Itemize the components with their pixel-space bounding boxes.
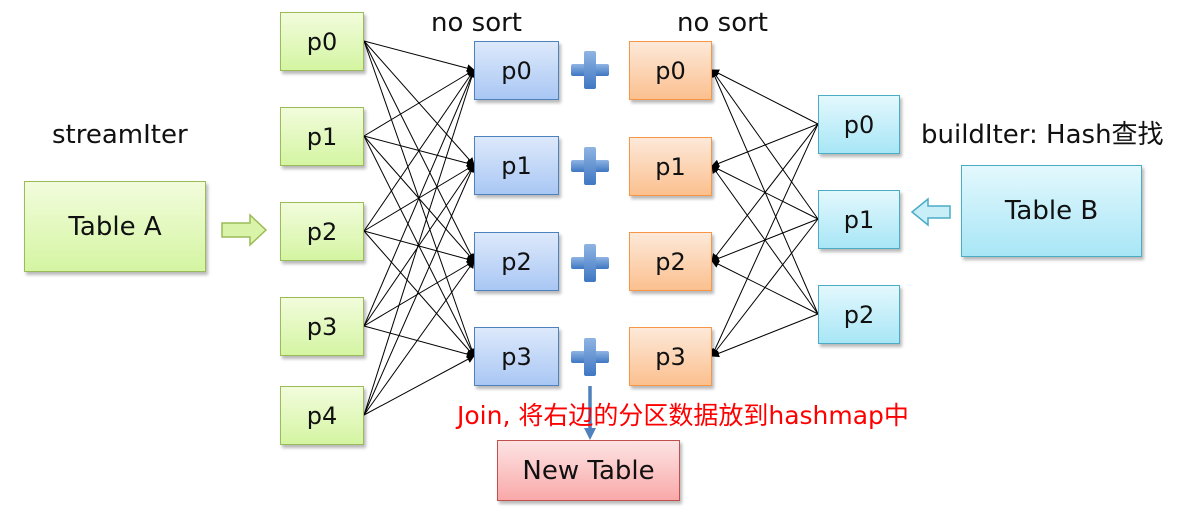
shuffled-stream-p1: p1 [474,136,559,195]
stream-shuffle-edge [363,69,475,232]
partition-label: p4 [306,401,338,430]
table-a-label: Table A [68,211,162,242]
stream-shuffle-edge [363,260,475,327]
partition-label: p0 [501,56,532,85]
table-a: Table A [24,181,206,272]
stream-shuffle-edge [363,69,475,137]
plus-icon [571,244,609,282]
partition-label: p1 [843,205,875,234]
partition-label: p3 [655,342,686,371]
left-arrow-icon [910,197,951,227]
shuffled-stream-p3: p3 [474,327,559,386]
partition-label: p0 [655,56,686,85]
shuffled-stream-p2: p2 [474,232,559,291]
partition-label: p1 [655,152,686,181]
stream-shuffle-edge [363,69,475,327]
table-b: Table B [961,165,1142,257]
build-partition-p2: p2 [818,285,900,344]
partition-label: p1 [306,122,338,151]
build-shuffle-edge [711,69,819,315]
stream-shuffle-edge [363,40,475,73]
shuffled-stream-p0: p0 [474,41,559,100]
stream-partition-p0: p0 [280,12,364,71]
table-b-label: Table B [1004,196,1099,226]
plus-icon [571,147,609,185]
build-shuffle-edge [711,260,819,315]
join-note: Join, 将右边的分区数据放到hashmap中 [457,401,909,430]
partition-label: p1 [501,151,532,180]
stream-partition-p3: p3 [280,297,364,356]
right-arrow-icon [221,213,268,247]
stream-shuffle-edge [363,325,475,359]
shuffled-build-p0: p0 [629,41,712,100]
partition-label: p0 [306,27,338,56]
partition-label: p2 [843,300,875,329]
partition-label: p3 [306,312,338,341]
stream-iter-title: streamIter [52,120,188,150]
partition-label: p2 [501,247,532,276]
build-iter-title: buildIter: Hash查找 [921,120,1164,150]
partition-label: p2 [655,247,686,276]
build-partition-p0: p0 [818,95,900,154]
shuffled-build-p2: p2 [629,232,712,291]
build-partition-p1: p1 [818,190,900,249]
right-sort-label: no sort [677,8,768,38]
new-table: New Table [497,440,680,501]
stream-partition-p2: p2 [280,202,364,261]
plus-icon [571,51,609,89]
stream-shuffle-edge [363,164,475,327]
stream-partition-p1: p1 [280,107,364,166]
stream-partition-p4: p4 [280,386,364,445]
left-sort-label: no sort [431,8,522,38]
shuffled-build-p1: p1 [629,137,712,196]
stream-shuffle-edge [363,164,475,416]
partition-label: p3 [501,342,532,371]
plus-icon [571,338,609,376]
partition-label: p0 [843,110,875,139]
partition-label: p2 [306,217,338,246]
build-shuffle-edge [711,69,819,125]
shuffled-build-p3: p3 [629,327,712,386]
new-table-label: New Table [522,455,655,486]
